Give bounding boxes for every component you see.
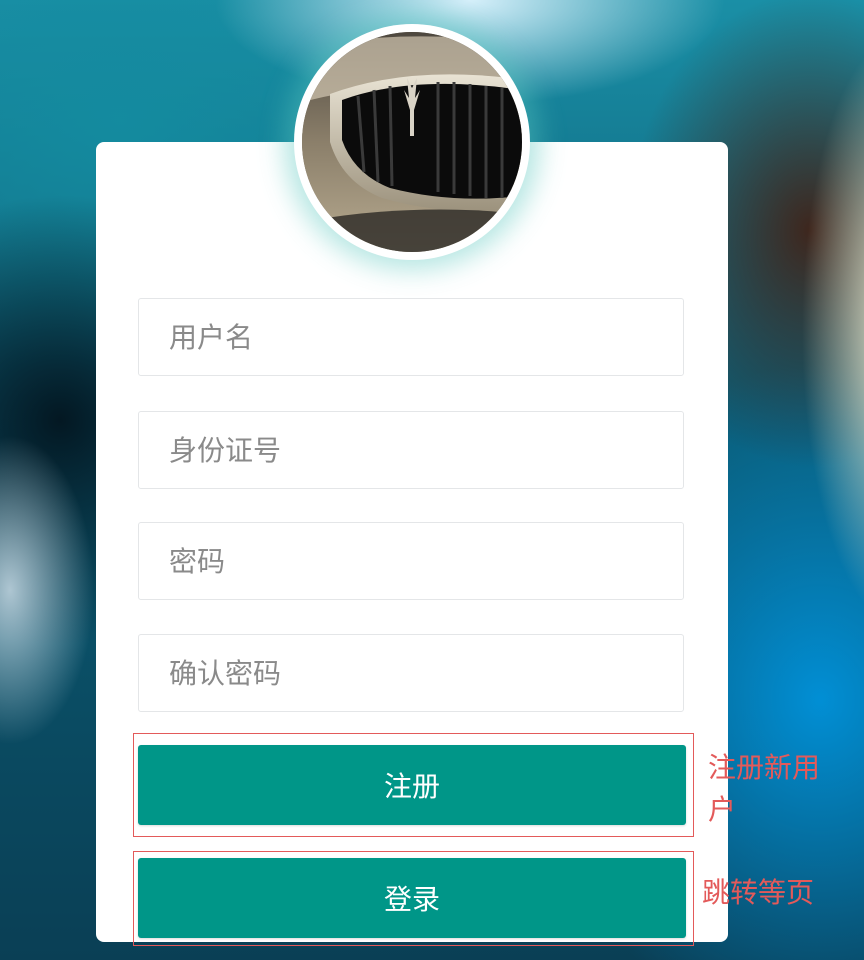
register-button[interactable]: 注册 (138, 745, 686, 825)
confirm-password-field[interactable] (138, 634, 684, 712)
username-input[interactable] (139, 299, 683, 375)
idcard-field[interactable] (138, 411, 684, 489)
confirm-password-input[interactable] (139, 635, 683, 711)
idcard-input[interactable] (139, 412, 683, 488)
register-annotation: 注册新用户 (708, 751, 821, 826)
login-button[interactable]: 登录 (138, 858, 686, 938)
username-field[interactable] (138, 298, 684, 376)
avatar-image (302, 32, 522, 252)
login-annotation: 跳转等页 (702, 876, 815, 909)
password-input[interactable] (139, 523, 683, 599)
car-grille-icon (302, 32, 522, 252)
avatar-frame (294, 24, 530, 260)
password-field[interactable] (138, 522, 684, 600)
